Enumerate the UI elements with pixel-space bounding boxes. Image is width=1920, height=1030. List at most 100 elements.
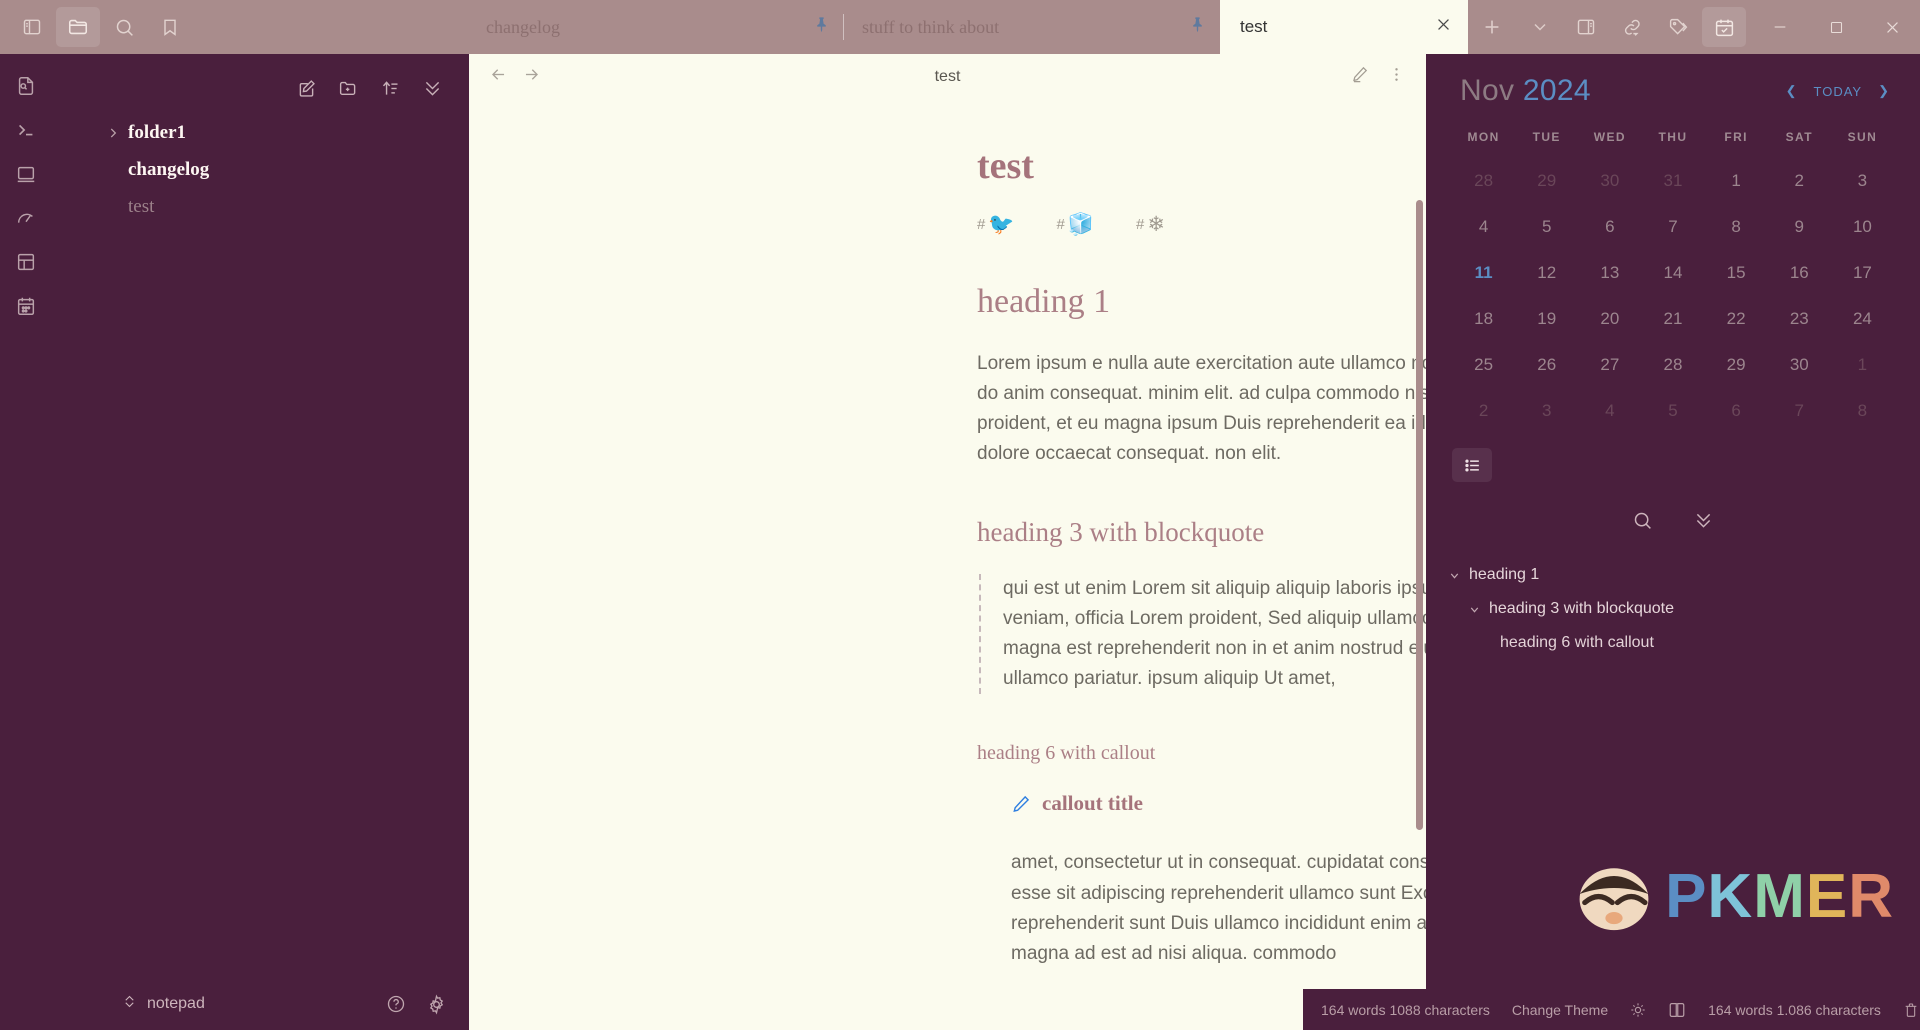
calendar-day[interactable]: 29 xyxy=(1705,342,1768,388)
calendar-today-button[interactable]: TODAY xyxy=(1814,84,1863,99)
layout-icon[interactable] xyxy=(5,242,47,282)
calendar-day[interactable]: 16 xyxy=(1768,250,1831,296)
pencil-icon[interactable] xyxy=(1350,65,1369,89)
list-view-icon[interactable] xyxy=(1452,448,1492,482)
calendar-day[interactable]: 23 xyxy=(1768,296,1831,342)
calendar-prev-button[interactable]: ❮ xyxy=(1786,83,1798,99)
calendar-day[interactable]: 28 xyxy=(1452,158,1515,204)
calendar-day[interactable]: 1 xyxy=(1705,158,1768,204)
new-note-icon[interactable] xyxy=(291,73,321,103)
toggle-right-sidebar-icon[interactable] xyxy=(1564,7,1608,47)
new-folder-icon[interactable] xyxy=(333,73,363,103)
tab-changelog[interactable]: changelog xyxy=(468,0,844,54)
new-tab-button[interactable] xyxy=(1468,0,1516,54)
forward-button[interactable] xyxy=(522,65,541,89)
calendar-day[interactable]: 3 xyxy=(1831,158,1894,204)
note-scroll-area[interactable]: test # 🐦 # 🧊 # ❄ heading 1 Lorem ipsum e… xyxy=(469,100,1426,1030)
calendar-day[interactable]: 30 xyxy=(1578,158,1641,204)
calendar-day[interactable]: 28 xyxy=(1641,342,1704,388)
file-search-icon[interactable] xyxy=(5,66,47,106)
tag-bird[interactable]: # 🐦 xyxy=(977,214,1015,235)
calendar-day[interactable]: 22 xyxy=(1705,296,1768,342)
folder-icon[interactable] xyxy=(56,7,100,47)
tags-icon[interactable] xyxy=(1656,7,1700,47)
tab-stuff-to-think-about[interactable]: stuff to think about xyxy=(844,0,1220,54)
sun-icon[interactable] xyxy=(1630,1002,1646,1018)
calendar-day[interactable]: 13 xyxy=(1578,250,1641,296)
tag-ice[interactable]: # 🧊 xyxy=(1057,214,1095,235)
calendar-day[interactable]: 5 xyxy=(1515,204,1578,250)
chevron-down-icon[interactable] xyxy=(1448,569,1461,582)
toggle-left-sidebar-icon[interactable] xyxy=(10,7,54,47)
book-icon[interactable] xyxy=(1668,1001,1686,1019)
pin-icon[interactable] xyxy=(1189,16,1206,38)
calendar-month-year[interactable]: Nov 2024 xyxy=(1460,74,1591,108)
calendar-icon[interactable] xyxy=(5,286,47,326)
minimize-button[interactable] xyxy=(1752,0,1808,54)
close-icon[interactable] xyxy=(1435,16,1452,38)
chevron-right-icon[interactable] xyxy=(106,126,120,140)
calendar-day[interactable]: 31 xyxy=(1641,158,1704,204)
outline-item-heading-3[interactable]: heading 3 with blockquote xyxy=(1438,592,1920,626)
file-tree-item-changelog[interactable]: changelog xyxy=(52,151,469,188)
calendar-day[interactable]: 18 xyxy=(1452,296,1515,342)
vault-switcher[interactable]: notepad xyxy=(122,994,371,1014)
chevron-down-icon[interactable] xyxy=(1516,0,1564,54)
sort-icon[interactable] xyxy=(375,73,405,103)
calendar-day[interactable]: 8 xyxy=(1831,388,1894,434)
collapse-all-icon[interactable] xyxy=(417,73,447,103)
calendar-day[interactable]: 6 xyxy=(1578,204,1641,250)
calendar-day[interactable]: 27 xyxy=(1578,342,1641,388)
calendar-day[interactable]: 26 xyxy=(1515,342,1578,388)
calendar-day[interactable]: 11 xyxy=(1452,250,1515,296)
calendar-day[interactable]: 8 xyxy=(1705,204,1768,250)
calendar-day[interactable]: 17 xyxy=(1831,250,1894,296)
more-options-icon[interactable] xyxy=(1387,65,1406,89)
note-content[interactable]: test # 🐦 # 🧊 # ❄ heading 1 Lorem ipsum e… xyxy=(977,144,1426,970)
calendar-day[interactable]: 20 xyxy=(1578,296,1641,342)
calendar-day[interactable]: 6 xyxy=(1705,388,1768,434)
link-share-icon[interactable] xyxy=(1610,7,1654,47)
settings-gear-icon[interactable] xyxy=(421,989,451,1019)
help-icon[interactable] xyxy=(381,989,411,1019)
tag-snowflake[interactable]: # ❄ xyxy=(1136,214,1165,235)
outline-collapse-icon[interactable] xyxy=(1693,510,1714,536)
file-tree-item-test[interactable]: test xyxy=(52,188,469,225)
calendar-day[interactable]: 15 xyxy=(1705,250,1768,296)
window-icon[interactable] xyxy=(5,154,47,194)
pin-icon[interactable] xyxy=(813,16,830,38)
calendar-day[interactable]: 10 xyxy=(1831,204,1894,250)
calendar-day[interactable]: 19 xyxy=(1515,296,1578,342)
outline-item-heading-6[interactable]: heading 6 with callout xyxy=(1438,626,1920,660)
calendar-day[interactable]: 2 xyxy=(1452,388,1515,434)
calendar-day[interactable]: 1 xyxy=(1831,342,1894,388)
calendar-day[interactable]: 29 xyxy=(1515,158,1578,204)
change-theme-button[interactable]: Change Theme xyxy=(1512,1002,1608,1018)
gauge-icon[interactable] xyxy=(5,198,47,238)
calendar-day[interactable]: 2 xyxy=(1768,158,1831,204)
chevron-down-icon[interactable] xyxy=(1468,603,1481,616)
calendar-day[interactable]: 3 xyxy=(1515,388,1578,434)
calendar-check-icon[interactable] xyxy=(1702,7,1746,47)
callout-header[interactable]: callout title xyxy=(1011,791,1426,816)
calendar-day[interactable]: 21 xyxy=(1641,296,1704,342)
calendar-day[interactable]: 30 xyxy=(1768,342,1831,388)
calendar-day[interactable]: 24 xyxy=(1831,296,1894,342)
calendar-day[interactable]: 4 xyxy=(1452,204,1515,250)
outline-item-heading-1[interactable]: heading 1 xyxy=(1438,558,1920,592)
note-scrollbar[interactable] xyxy=(1416,200,1423,830)
close-button[interactable] xyxy=(1864,0,1920,54)
calendar-day[interactable]: 4 xyxy=(1578,388,1641,434)
maximize-button[interactable] xyxy=(1808,0,1864,54)
terminal-icon[interactable] xyxy=(5,110,47,150)
calendar-day[interactable]: 25 xyxy=(1452,342,1515,388)
search-icon[interactable] xyxy=(102,7,146,47)
bookmark-icon[interactable] xyxy=(148,7,192,47)
trash-icon[interactable] xyxy=(1903,1002,1919,1018)
calendar-day[interactable]: 9 xyxy=(1768,204,1831,250)
outline-search-icon[interactable] xyxy=(1632,510,1653,536)
calendar-day[interactable]: 5 xyxy=(1641,388,1704,434)
calendar-day[interactable]: 7 xyxy=(1768,388,1831,434)
calendar-day[interactable]: 14 xyxy=(1641,250,1704,296)
calendar-day[interactable]: 7 xyxy=(1641,204,1704,250)
